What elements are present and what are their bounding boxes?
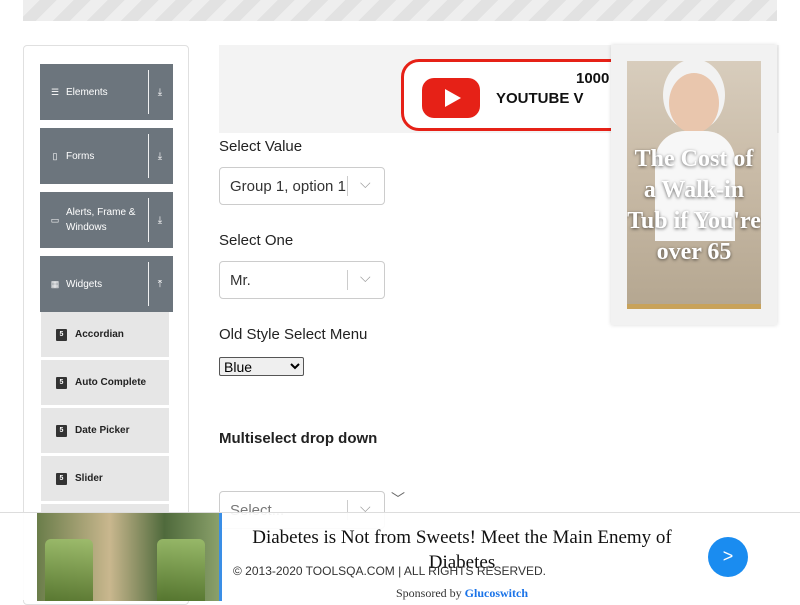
ad-headline: The Cost of a Walk-in Tub if You're over… <box>627 146 761 265</box>
sidebar-item-label: Accordian <box>75 329 124 340</box>
select-value-label: Select Value <box>219 138 303 155</box>
sidebar-item-date-picker[interactable]: 5 Date Picker <box>41 408 169 454</box>
next-button[interactable]: > <box>708 537 748 577</box>
divider <box>148 70 149 114</box>
ad-text-line1: 1000 <box>576 70 610 87</box>
hamburger-icon: ☰ <box>50 86 60 97</box>
youtube-ad-graphic: 1000 YOUTUBE V <box>401 59 641 131</box>
html5-icon: 5 <box>56 472 67 485</box>
divider <box>347 270 348 290</box>
chevron-down-icon: ⌵ <box>360 175 371 191</box>
select-one-label: Select One <box>219 232 294 249</box>
form-icon: ▯ <box>52 150 58 161</box>
ad-image <box>37 513 222 601</box>
sidebar-group-label: Elements <box>66 86 108 98</box>
ad-person <box>669 73 719 133</box>
pickle-jar <box>45 539 93 601</box>
old-select-label: Old Style Select Menu <box>219 326 368 343</box>
grid-icon: ▦ <box>50 278 60 289</box>
window-icon: ▭ <box>50 214 60 225</box>
ad-image: The Cost of a Walk-in Tub if You're over… <box>627 61 761 309</box>
ad-sponsor: Sponsored by Glucoswitch <box>396 586 528 601</box>
sidebar-group-widgets[interactable]: ▦ Widgets ⤒ <box>40 256 173 312</box>
sponsor-name[interactable]: Glucoswitch <box>465 586 528 600</box>
old-style-select[interactable]: Blue <box>219 357 304 376</box>
download-arrow-icon: ⤓ <box>157 86 163 98</box>
sidebar-group-label: Forms <box>66 150 95 162</box>
divider <box>347 176 348 196</box>
multiselect-label: Multiselect drop down <box>219 430 378 447</box>
html5-icon: 5 <box>56 328 67 341</box>
sidebar-item-label: Date Picker <box>75 425 130 436</box>
divider <box>148 198 149 242</box>
sidebar-item-label: Auto Complete <box>75 377 147 388</box>
sidebar-group-alerts[interactable]: ▭ Alerts, Frame & Windows ⤓ <box>40 192 173 248</box>
select-one-dropdown[interactable]: Mr. ⌵ <box>219 261 385 299</box>
bottom-ad[interactable]: Diabetes is Not from Sweets! Meet the Ma… <box>0 512 800 601</box>
selected-value: Mr. <box>230 272 251 289</box>
chevron-down-icon: ﹀ <box>391 491 405 507</box>
sidebar-group-label: Widgets <box>66 278 103 290</box>
upload-arrow-icon: ⤒ <box>157 278 163 290</box>
sidebar-group-elements[interactable]: ☰ Elements ⤓ <box>40 64 173 120</box>
select-value-dropdown[interactable]: Group 1, option 1 ⌵ <box>219 167 385 205</box>
html5-icon: 5 <box>56 376 67 389</box>
ad-text-line2: YOUTUBE V <box>496 90 584 107</box>
sponsor-prefix: Sponsored by <box>396 586 462 600</box>
sidebar-item-slider[interactable]: 5 Slider <box>41 456 169 502</box>
divider <box>148 134 149 178</box>
selected-value: Group 1, option 1 <box>230 178 346 195</box>
download-arrow-icon: ⤓ <box>157 150 163 162</box>
sidebar-group-forms[interactable]: ▯ Forms ⤓ <box>40 128 173 184</box>
sidebar-group-label: Alerts, Frame & Windows <box>66 207 136 233</box>
chevron-down-icon: ⌵ <box>360 269 371 285</box>
top-ad-banner[interactable] <box>23 0 777 21</box>
side-ad[interactable]: The Cost of a Walk-in Tub if You're over… <box>611 45 777 325</box>
html5-icon: 5 <box>56 424 67 437</box>
sidebar-item-accordian[interactable]: 5 Accordian <box>41 312 169 358</box>
sidebar-item-label: Slider <box>75 473 103 484</box>
youtube-play-icon <box>422 78 480 118</box>
sidebar-item-auto-complete[interactable]: 5 Auto Complete <box>41 360 169 406</box>
pickle-jar <box>157 539 205 601</box>
footer-copyright: © 2013-2020 TOOLSQA.COM | ALL RIGHTS RES… <box>233 564 546 578</box>
download-arrow-icon: ⤓ <box>157 214 163 226</box>
divider <box>148 262 149 306</box>
